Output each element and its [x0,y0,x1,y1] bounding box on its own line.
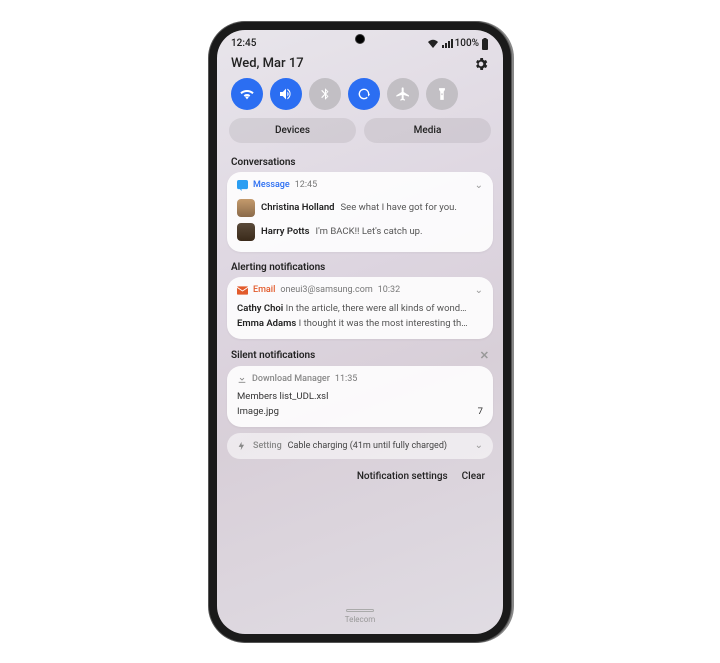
alerting-header: Alerting notifications [217,258,503,277]
silent-label: Silent notifications [231,350,315,361]
panel-footer: Notification settings Clear [217,465,503,488]
email-time: 10:32 [378,285,400,295]
flashlight-toggle[interactable] [426,78,458,110]
message-item[interactable]: Harry Potts I'm BACK!! Let's catch up. [237,220,483,244]
message-app-icon [237,180,248,191]
download-time: 11:35 [335,374,357,384]
sender-name: Christina Holland [261,202,335,213]
message-time: 12:45 [295,180,317,190]
chevron-down-icon[interactable]: ⌄ [475,285,483,296]
sender-name: Harry Potts [261,226,310,237]
email-app-name: Email [253,285,275,295]
wifi-icon [427,39,439,49]
media-button[interactable]: Media [364,118,491,143]
avatar [237,223,255,241]
file-name: Image.jpg [237,406,279,417]
sound-toggle[interactable] [270,78,302,110]
rotation-toggle[interactable] [348,78,380,110]
download-file: Image.jpg 7 [237,404,483,419]
chevron-down-icon[interactable]: ⌄ [475,440,483,451]
sender-name: Emma Adams [237,318,296,329]
screen: 12:45 100% Wed, Mar 17 [217,30,503,634]
devices-button[interactable]: Devices [229,118,356,143]
carrier-label: Telecom [217,615,503,624]
battery-percent: 100% [455,38,479,49]
message-item[interactable]: Christina Holland See what I have got fo… [237,196,483,220]
setting-app-name: Setting [253,441,282,451]
avatar [237,199,255,217]
sender-name: Cathy Choi [237,303,283,314]
alerting-label: Alerting notifications [231,262,325,273]
bolt-icon [237,440,247,452]
email-card-head: Email oneui3@samsung.com 10:32 ⌄ [237,285,483,296]
front-camera [355,34,365,44]
airplane-toggle[interactable] [387,78,419,110]
phone-frame: 12:45 100% Wed, Mar 17 [209,22,511,642]
download-card-head: Download Manager 11:35 [237,374,483,384]
home-indicator[interactable] [346,609,374,612]
file-name: Members list_UDL.xsl [237,391,328,402]
conversations-label: Conversations [231,157,296,168]
email-item[interactable]: Emma Adams I thought it was the most int… [237,316,483,331]
chevron-down-icon[interactable]: ⌄ [475,180,483,191]
email-account: oneui3@samsung.com [280,285,372,295]
status-time: 12:45 [231,38,256,49]
signal-icon [441,39,453,49]
notification-settings-button[interactable]: Notification settings [357,471,448,482]
message-notification[interactable]: Message 12:45 ⌄ Christina Holland See wh… [227,172,493,252]
download-file: Members list_UDL.xsl [237,389,483,404]
settings-icon[interactable] [473,56,489,72]
wifi-toggle[interactable] [231,78,263,110]
message-app-name: Message [253,180,290,190]
email-body: I thought it was the most interesting th… [299,318,468,329]
charging-notification[interactable]: Setting Cable charging (41m until fully … [227,433,493,459]
message-card-head: Message 12:45 ⌄ [237,180,483,191]
clear-button[interactable]: Clear [462,471,485,482]
quick-settings [217,78,503,118]
panel-header: Wed, Mar 17 [217,52,503,78]
devices-media-row: Devices Media [217,118,503,153]
date-label: Wed, Mar 17 [231,56,304,71]
email-notification[interactable]: Email oneui3@samsung.com 10:32 ⌄ Cathy C… [227,277,493,339]
message-body: I'm BACK!! Let's catch up. [316,226,423,237]
email-body: In the article, there were all kinds of … [286,303,467,314]
download-app-name: Download Manager [252,374,330,384]
status-icons: 100% [427,38,489,50]
email-app-icon [237,286,248,295]
silent-header: Silent notifications ✕ [217,345,503,366]
message-body: See what I have got for you. [341,202,457,213]
file-count: 7 [478,406,483,417]
close-icon[interactable]: ✕ [480,349,489,362]
battery-icon [481,38,489,50]
bluetooth-toggle[interactable] [309,78,341,110]
download-icon [237,374,247,384]
conversations-header: Conversations [217,153,503,172]
email-item[interactable]: Cathy Choi In the article, there were al… [237,301,483,316]
download-notification[interactable]: Download Manager 11:35 Members list_UDL.… [227,366,493,427]
charging-text: Cable charging (41m until fully charged) [288,441,447,451]
